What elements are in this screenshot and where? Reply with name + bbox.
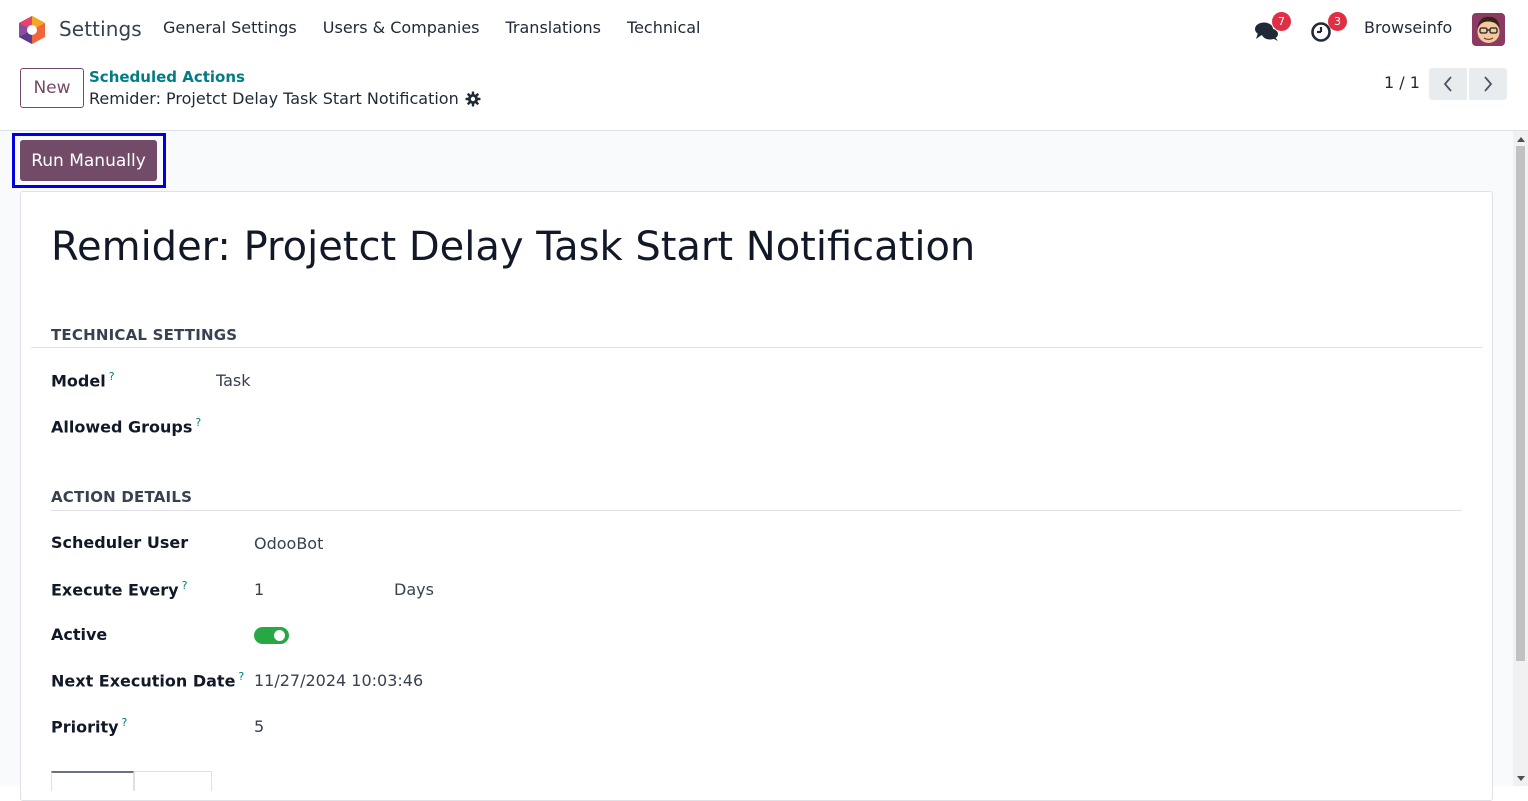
chevron-left-icon — [1443, 76, 1452, 92]
next-execution-label: Next Execution Date? — [51, 670, 244, 690]
menu-users-companies[interactable]: Users & Companies — [323, 18, 480, 37]
allowed-groups-label-text: Allowed Groups — [51, 417, 193, 437]
menu-general-settings[interactable]: General Settings — [163, 18, 297, 37]
priority-value[interactable]: 5 — [254, 717, 264, 736]
active-label: Active — [51, 625, 108, 644]
chevron-right-icon — [1484, 76, 1493, 92]
next-execution-label-text: Next Execution Date — [51, 671, 236, 691]
company-switcher[interactable]: Browseinfo — [1364, 18, 1452, 37]
pager-next-button[interactable] — [1469, 68, 1507, 100]
activities-count-badge: 3 — [1328, 12, 1347, 31]
record-title[interactable]: Remider: Projetct Delay Task Start Notif… — [51, 224, 975, 270]
new-button[interactable]: New — [20, 68, 84, 108]
main-navbar: Settings General Settings Users & Compan… — [0, 0, 1528, 58]
notebook-tab-2[interactable] — [134, 771, 212, 791]
section-action-details: ACTION DETAILS — [51, 488, 193, 506]
allowed-groups-field[interactable] — [216, 416, 616, 438]
pager-value[interactable]: 1 / 1 — [1384, 73, 1420, 92]
active-toggle[interactable] — [254, 627, 289, 644]
messages-count-badge: 7 — [1272, 12, 1291, 31]
next-execution-value[interactable]: 11/27/2024 10:03:46 — [254, 671, 423, 690]
main-menu: General Settings Users & Companies Trans… — [163, 18, 700, 37]
scheduler-user-label: Scheduler User — [51, 533, 189, 552]
help-tooltip-icon[interactable]: ? — [238, 670, 244, 683]
priority-label: Priority? — [51, 716, 127, 736]
model-label-text: Model — [51, 371, 106, 391]
execute-every-value[interactable]: 1 — [254, 580, 264, 599]
scroll-down-arrow-icon[interactable] — [1514, 772, 1527, 784]
help-tooltip-icon[interactable]: ? — [122, 716, 128, 729]
notebook-tab-1[interactable] — [51, 771, 134, 791]
breadcrumb-current-label: Remider: Projetct Delay Task Start Notif… — [89, 89, 459, 108]
execute-every-label-text: Execute Every — [51, 580, 179, 600]
section-divider — [31, 347, 1482, 348]
breadcrumb-scheduled-actions[interactable]: Scheduled Actions — [89, 68, 245, 86]
activities-button[interactable]: 3 — [1308, 12, 1347, 44]
menu-translations[interactable]: Translations — [506, 18, 602, 37]
run-manually-button[interactable]: Run Manually — [20, 140, 157, 181]
execute-every-label: Execute Every? — [51, 579, 187, 599]
toggle-knob — [274, 630, 285, 641]
allowed-groups-label: Allowed Groups? — [51, 416, 201, 436]
user-avatar[interactable] — [1472, 13, 1505, 46]
odoo-logo-icon[interactable] — [18, 15, 46, 45]
app-name[interactable]: Settings — [59, 17, 142, 41]
help-tooltip-icon[interactable]: ? — [195, 416, 201, 429]
scroll-up-arrow-icon[interactable] — [1514, 133, 1527, 145]
model-value[interactable]: Task — [216, 371, 251, 390]
messages-button[interactable]: 7 — [1252, 12, 1291, 44]
menu-technical[interactable]: Technical — [627, 18, 700, 37]
help-tooltip-icon[interactable]: ? — [182, 579, 188, 592]
scrollbar-thumb[interactable] — [1516, 146, 1525, 661]
pager-previous-button[interactable] — [1429, 68, 1467, 100]
model-label: Model? — [51, 370, 115, 390]
gear-icon[interactable] — [465, 91, 481, 107]
priority-label-text: Priority — [51, 717, 119, 737]
section-technical-settings: TECHNICAL SETTINGS — [51, 326, 238, 344]
execute-every-unit[interactable]: Days — [394, 580, 434, 599]
scheduler-user-value[interactable]: OdooBot — [254, 534, 323, 553]
form-sheet — [20, 191, 1493, 801]
breadcrumb-current: Remider: Projetct Delay Task Start Notif… — [89, 89, 481, 108]
section-divider — [51, 510, 1462, 511]
help-tooltip-icon[interactable]: ? — [109, 370, 115, 383]
